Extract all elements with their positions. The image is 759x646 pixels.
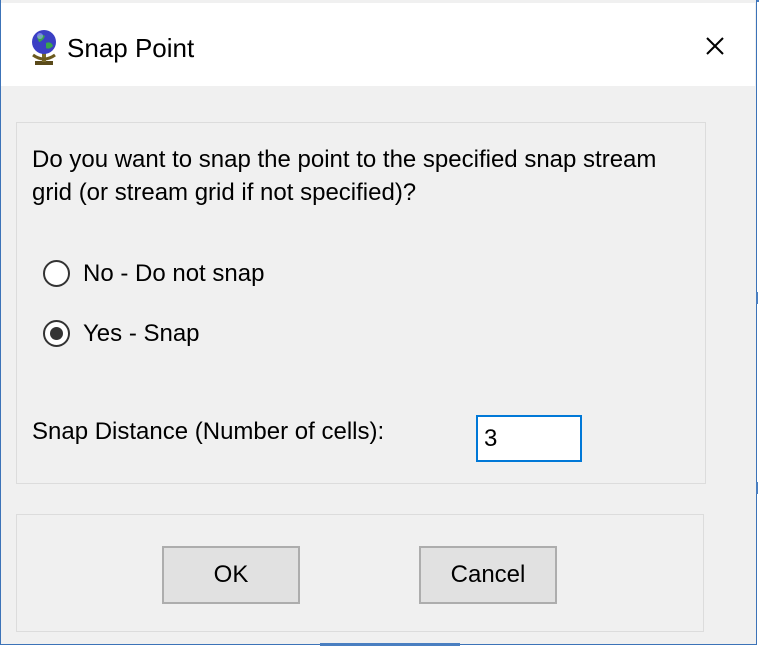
button-group bbox=[16, 514, 704, 632]
title-bar[interactable]: Snap Point bbox=[1, 3, 755, 86]
radio-yes-snap-label[interactable]: Yes - Snap bbox=[83, 320, 200, 348]
radio-unchecked-icon[interactable] bbox=[42, 259, 71, 288]
background-window-edge bbox=[756, 482, 758, 494]
ok-button[interactable]: OK bbox=[162, 546, 300, 604]
radio-checked-icon[interactable] bbox=[42, 319, 71, 348]
radio-no-snap[interactable]: No - Do not snap bbox=[42, 259, 264, 288]
dialog-title: Snap Point bbox=[67, 33, 195, 63]
snap-question-text: Do you want to snap the point to the spe… bbox=[32, 146, 657, 206]
snap-distance-input[interactable] bbox=[476, 415, 582, 462]
snap-distance-label: Snap Distance (Number of cells): bbox=[32, 418, 385, 445]
radio-yes-snap[interactable]: Yes - Snap bbox=[42, 319, 200, 348]
background-window-edge bbox=[756, 292, 758, 304]
radio-no-snap-label[interactable]: No - Do not snap bbox=[83, 260, 264, 288]
globe-on-stand-icon bbox=[32, 30, 56, 65]
close-icon[interactable] bbox=[689, 21, 739, 71]
cancel-button[interactable]: Cancel bbox=[419, 546, 557, 604]
